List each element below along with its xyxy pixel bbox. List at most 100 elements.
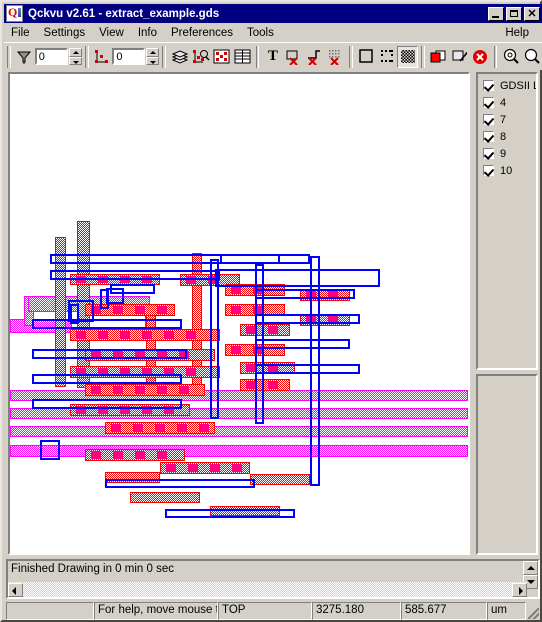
contact-via — [231, 286, 241, 294]
contact-via — [157, 306, 167, 314]
toolbar-separator — [421, 45, 426, 68]
status-field-x: 3275.180 — [312, 602, 401, 620]
layer-label-10: 10 — [500, 164, 513, 177]
cancel-icon[interactable] — [469, 45, 491, 68]
depth-spin-down[interactable] — [146, 56, 160, 65]
contact-via — [179, 386, 189, 394]
layout-shape — [215, 269, 380, 287]
filter-funnel-icon[interactable] — [13, 45, 35, 68]
scroll-up-arrow[interactable] — [523, 561, 538, 575]
layout-shape — [10, 445, 468, 457]
layer-row-9[interactable]: 9 — [480, 145, 534, 162]
layout-shape — [250, 474, 310, 485]
message-text: Finished Drawing in 0 min 0 sec — [11, 563, 174, 575]
status-field-units: um — [487, 602, 526, 620]
depth-spinner[interactable]: 0 — [112, 48, 160, 65]
query-cell-icon[interactable] — [190, 45, 211, 68]
contact-via — [135, 386, 145, 394]
menu-item-tools[interactable]: Tools — [240, 26, 281, 40]
filter-spinner[interactable]: 0 — [34, 48, 82, 65]
status-field-cell: TOP — [218, 602, 312, 620]
layer-label-gdsii: GDSII L — [500, 79, 538, 92]
layout-shape — [105, 479, 255, 488]
maximize-button[interactable] — [506, 6, 522, 21]
depth-input[interactable]: 0 — [112, 48, 146, 65]
layout-shape — [310, 256, 320, 486]
layer-checkbox-7[interactable] — [483, 114, 494, 125]
contact-via — [76, 331, 86, 339]
fill-dotted-icon[interactable] — [376, 45, 398, 68]
layer-list-panel[interactable]: GDSII L 4 7 8 9 10 — [476, 72, 538, 370]
layout-shape — [130, 492, 200, 503]
text-tool-icon[interactable]: T — [262, 45, 284, 68]
contact-via — [135, 306, 145, 314]
zoom-out-icon[interactable] — [521, 45, 542, 68]
filter-spin-arrows[interactable] — [68, 48, 82, 65]
message-horizontal-scrollbar[interactable] — [8, 582, 527, 597]
message-pane[interactable]: Finished Drawing in 0 min 0 sec — [6, 559, 540, 599]
resize-grip[interactable] — [526, 602, 540, 620]
contact-via — [142, 331, 152, 339]
layers-icon[interactable] — [169, 45, 191, 68]
grid-table-icon[interactable] — [231, 45, 253, 68]
layer-label-7: 7 — [500, 113, 507, 126]
depth-spin-up[interactable] — [146, 48, 160, 57]
scroll-left-arrow[interactable] — [8, 582, 23, 597]
menu-item-info[interactable]: Info — [131, 26, 164, 40]
layout-shape — [255, 314, 360, 324]
toolbar-separator — [255, 45, 260, 68]
contact-via — [113, 451, 123, 459]
layer-row-4[interactable]: 4 — [480, 94, 534, 111]
fill-solid-icon[interactable] — [397, 45, 419, 68]
menu-item-file[interactable]: File — [4, 26, 37, 40]
status-field-y: 585.677 — [401, 602, 487, 620]
filter-spin-up[interactable] — [68, 48, 82, 57]
zoom-in-icon[interactable] — [500, 45, 522, 68]
title-bar: Q Qckvu v2.61 - extract_example.gds ✕ — [4, 4, 542, 23]
copy-layer-icon[interactable] — [428, 45, 449, 68]
layer-checkbox-gdsii[interactable] — [483, 80, 494, 91]
select-area-icon[interactable] — [210, 45, 232, 68]
hide-fill-icon[interactable] — [324, 45, 346, 68]
contact-via — [231, 346, 241, 354]
contact-via — [91, 451, 101, 459]
contact-via — [155, 424, 165, 432]
secondary-panel[interactable] — [476, 374, 538, 555]
layout-shape — [220, 254, 310, 264]
layer-checkbox-10[interactable] — [483, 165, 494, 176]
layer-row-7[interactable]: 7 — [480, 111, 534, 128]
contact-via — [111, 424, 121, 432]
filter-input[interactable]: 0 — [34, 48, 68, 65]
minimize-button[interactable] — [488, 6, 504, 21]
fill-outline-icon[interactable] — [355, 45, 377, 68]
contact-via — [186, 368, 196, 376]
layer-row-10[interactable]: 10 — [480, 162, 534, 179]
layout-canvas-viewport[interactable] — [8, 72, 470, 555]
toolbar-separator — [162, 45, 167, 68]
layer-checkbox-8[interactable] — [483, 131, 494, 142]
menu-item-help[interactable]: Help — [498, 26, 536, 40]
contact-via — [232, 464, 242, 472]
menu-item-settings[interactable]: Settings — [37, 26, 93, 40]
layer-row-header[interactable]: GDSII L — [480, 77, 536, 94]
layout-shape — [255, 289, 355, 299]
menu-item-view[interactable]: View — [92, 26, 131, 40]
layer-checkbox-9[interactable] — [483, 148, 494, 159]
contact-via — [91, 386, 101, 394]
layout-canvas[interactable] — [10, 74, 468, 553]
filter-spin-down[interactable] — [68, 56, 82, 65]
layout-shape — [10, 426, 468, 437]
window-buttons: ✕ — [488, 6, 540, 21]
application-window: Q Qckvu v2.61 - extract_example.gds ✕ Fi… — [0, 0, 542, 622]
hide-path-icon[interactable] — [304, 45, 325, 68]
scroll-right-arrow[interactable] — [512, 582, 527, 597]
close-button[interactable]: ✕ — [524, 6, 540, 21]
hierarchy-depth-icon[interactable] — [91, 45, 113, 68]
contact-via — [177, 424, 187, 432]
hide-box-icon[interactable] — [283, 45, 305, 68]
layer-checkbox-4[interactable] — [483, 97, 494, 108]
layer-row-8[interactable]: 8 — [480, 128, 534, 145]
depth-spin-arrows[interactable] — [146, 48, 160, 65]
menu-item-preferences[interactable]: Preferences — [164, 26, 240, 40]
edit-layer-icon[interactable] — [448, 45, 470, 68]
